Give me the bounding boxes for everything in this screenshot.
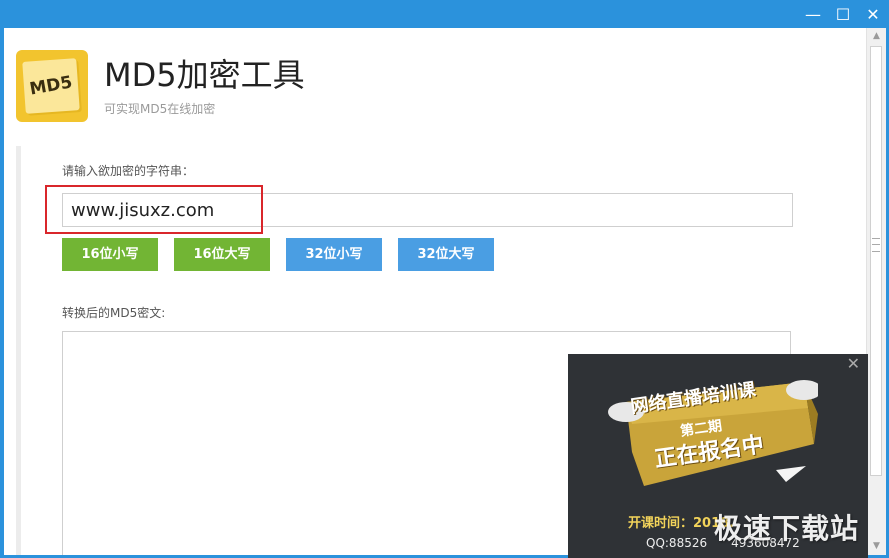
left-divider: [16, 146, 21, 555]
logo-text: MD5: [28, 72, 74, 100]
site-watermark: 极速下载站: [714, 512, 860, 545]
close-button[interactable]: ✕: [860, 4, 886, 26]
scroll-up-arrow-icon[interactable]: ▲: [867, 28, 886, 45]
app-subtitle: 可实现MD5在线加密: [104, 102, 216, 116]
md5-32-lowercase-button[interactable]: 32位小写: [286, 238, 382, 271]
sticky-note-icon: MD5: [22, 58, 80, 114]
md5-16-uppercase-button[interactable]: 16位大写: [174, 238, 270, 271]
app-title: MD5加密工具: [104, 56, 305, 94]
app-logo: MD5: [16, 50, 88, 122]
scroll-thumb[interactable]: [870, 46, 882, 476]
app-window: — ☐ ✕ MD5 MD5加密工具 可实现MD5在线加密 请输入欲加密的字符串：…: [0, 0, 889, 558]
ad-close-icon[interactable]: ✕: [847, 356, 860, 372]
minimize-button[interactable]: —: [800, 4, 826, 26]
md5-32-uppercase-button[interactable]: 32位大写: [398, 238, 494, 271]
vertical-scrollbar[interactable]: ▲ ▼: [866, 28, 886, 555]
md5-16-lowercase-button[interactable]: 16位小写: [62, 238, 158, 271]
title-bar[interactable]: — ☐ ✕: [0, 0, 889, 28]
output-label: 转换后的MD5密文:: [62, 306, 166, 320]
scroll-grip-icon: [872, 238, 880, 252]
scroll-down-arrow-icon[interactable]: ▼: [867, 538, 886, 555]
maximize-button[interactable]: ☐: [830, 4, 856, 26]
input-label: 请输入欲加密的字符串：: [62, 164, 195, 178]
source-string-input[interactable]: [62, 193, 793, 227]
